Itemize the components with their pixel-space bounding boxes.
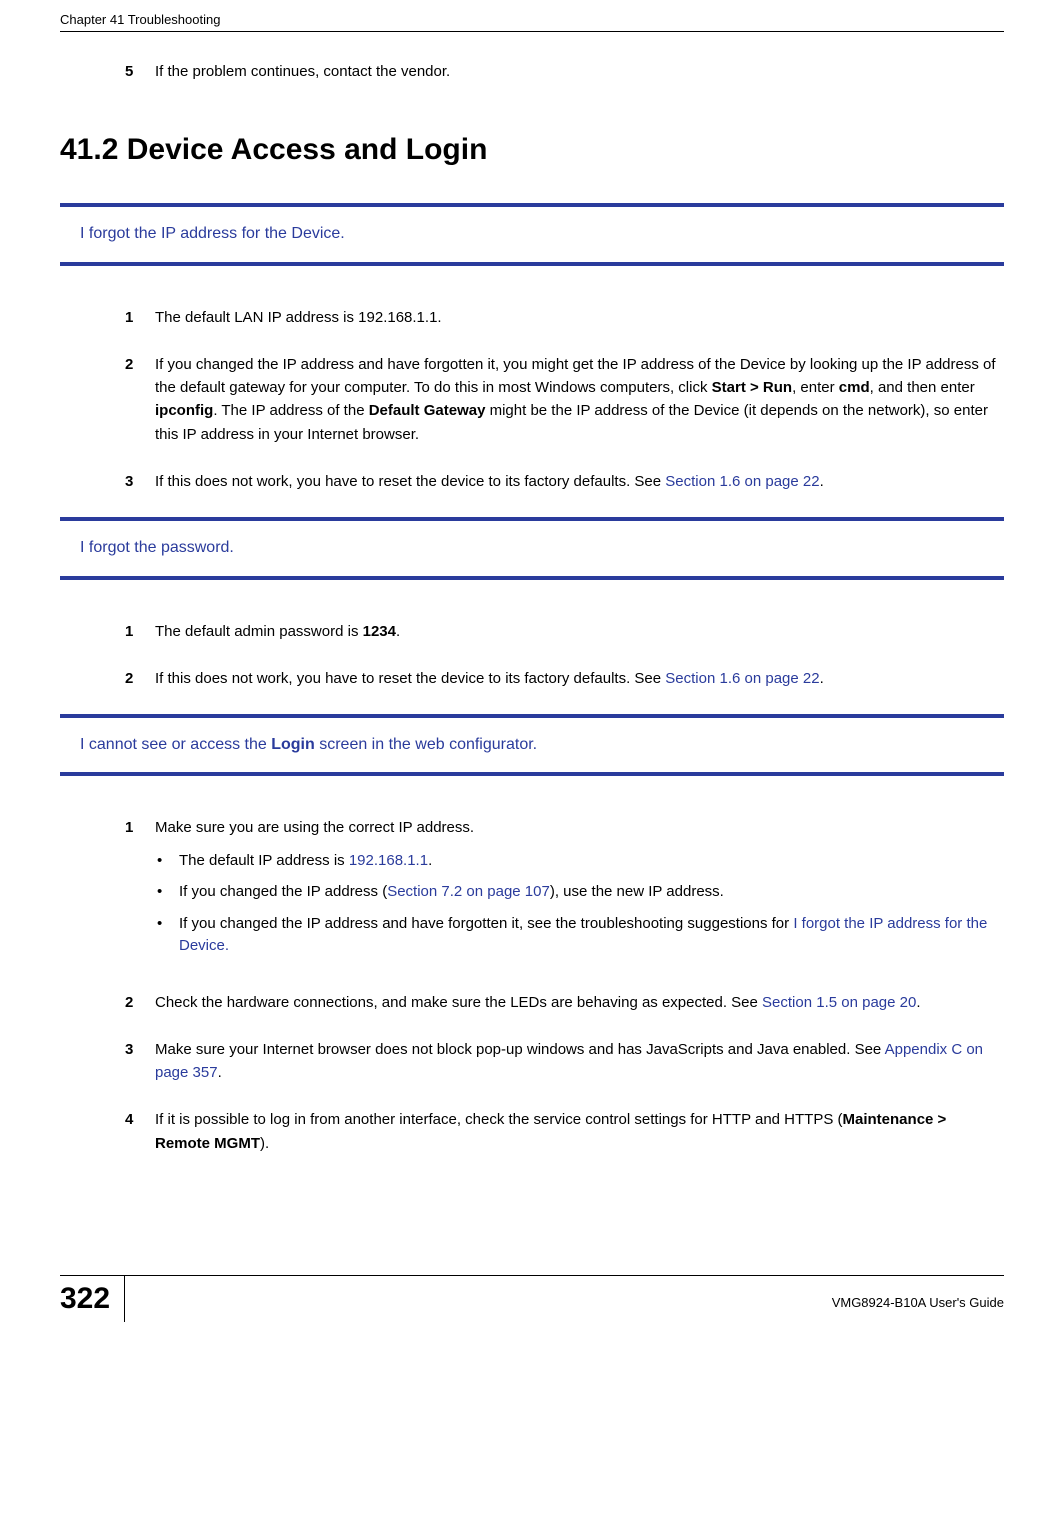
header-chapter: Chapter 41 Troubleshooting [60,12,220,27]
list-item: 4If it is possible to log in from anothe… [125,1108,1004,1155]
issue-title-box: I cannot see or access the Login screen … [60,714,1004,776]
bullet-item: •The default IP address is 192.168.1.1. [155,850,1004,872]
list-item: 2If you changed the IP address and have … [125,353,1004,446]
list-number: 3 [125,470,155,493]
page-footer: 322 VMG8924-B10A User's Guide [60,1275,1004,1322]
issue2-list: 1The default admin password is 1234. 2If … [125,620,1004,691]
cross-reference-link[interactable]: Section 1.6 on page 22 [665,473,819,490]
list-text: Make sure you are using the correct IP a… [155,816,1004,966]
issue-title-box: I forgot the password. [60,517,1004,579]
cross-reference-link[interactable]: Section 1.6 on page 22 [665,670,819,687]
list-text: If it is possible to log in from another… [155,1108,1004,1155]
bullet-text: If you changed the IP address (Section 7… [179,881,1004,903]
list-item: 2If this does not work, you have to rese… [125,667,1004,690]
issue-title: I forgot the IP address for the Device. [80,225,345,242]
list-number: 1 [125,620,155,643]
list-number: 2 [125,667,155,690]
list-text: The default LAN IP address is 192.168.1.… [155,306,1004,329]
bullet-dot: • [155,913,179,957]
issue-title: I cannot see or access the Login screen … [80,736,537,753]
bullet-text: If you changed the IP address and have f… [179,913,1004,957]
bullet-item: •If you changed the IP address and have … [155,913,1004,957]
bullet-item: •If you changed the IP address (Section … [155,881,1004,903]
list-text: If the problem continues, contact the ve… [155,60,1004,83]
list-text: The default admin password is 1234. [155,620,1004,643]
issue3-list: 1Make sure you are using the correct IP … [125,816,1004,1155]
list-item: 2Check the hardware connections, and mak… [125,991,1004,1014]
list-number: 4 [125,1108,155,1155]
list-number: 2 [125,991,155,1014]
page-number: 322 [60,1276,125,1322]
bullet-dot: • [155,850,179,872]
list-item: 3If this does not work, you have to rese… [125,470,1004,493]
list-number: 1 [125,816,155,966]
cross-reference-link[interactable]: Section 1.5 on page 20 [762,994,916,1011]
bullet-text: The default IP address is 192.168.1.1. [179,850,1004,872]
issue-title-box: I forgot the IP address for the Device. [60,203,1004,265]
list-text: Check the hardware connections, and make… [155,991,1004,1014]
list-text: If you changed the IP address and have f… [155,353,1004,446]
list-number: 5 [125,60,155,83]
list-text: If this does not work, you have to reset… [155,470,1004,493]
list-item: 5 If the problem continues, contact the … [125,60,1004,83]
section-heading: 41.2 Device Access and Login [60,133,1004,167]
page-header: Chapter 41 Troubleshooting [60,0,1004,32]
list-number: 3 [125,1038,155,1085]
cross-reference-link[interactable]: 192.168.1.1 [349,852,428,869]
list-item: 1The default admin password is 1234. [125,620,1004,643]
list-text: If this does not work, you have to reset… [155,667,1004,690]
list-number: 1 [125,306,155,329]
list-number: 2 [125,353,155,446]
list-item: 1Make sure you are using the correct IP … [125,816,1004,966]
footer-guide: VMG8924-B10A User's Guide [832,1295,1004,1310]
list-item: 1The default LAN IP address is 192.168.1… [125,306,1004,329]
bullet-dot: • [155,881,179,903]
issue-title: I forgot the password. [80,539,234,556]
list-text: Make sure your Internet browser does not… [155,1038,1004,1085]
list-item: 3Make sure your Internet browser does no… [125,1038,1004,1085]
issue1-list: 1The default LAN IP address is 192.168.1… [125,306,1004,494]
cross-reference-link[interactable]: Section 7.2 on page 107 [387,883,550,900]
